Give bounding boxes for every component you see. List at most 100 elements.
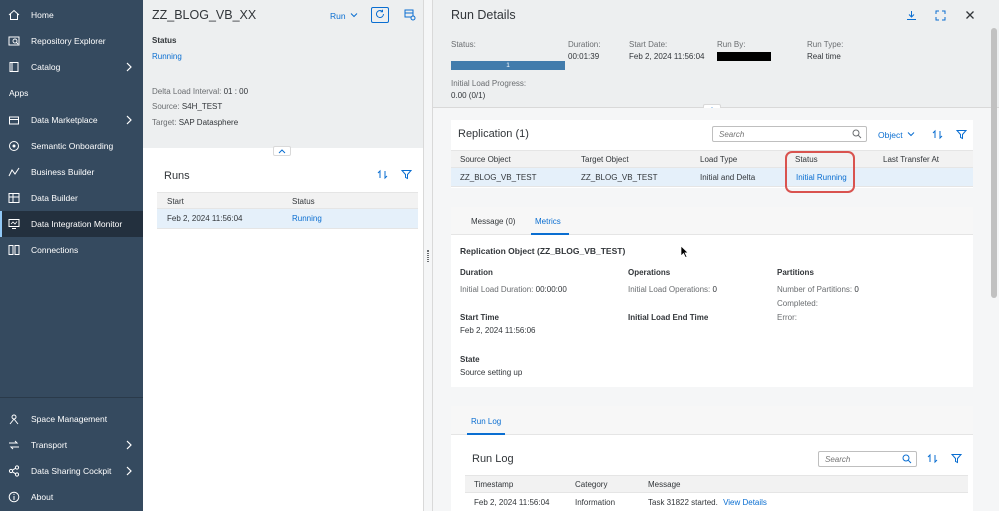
initial-load-duration-value: 00:00:00 <box>535 285 567 294</box>
nav-item-business-builder[interactable]: Business Builder <box>0 159 143 185</box>
nav-item-home[interactable]: Home <box>0 2 143 28</box>
nav-label: Transport <box>31 440 68 450</box>
replication-sort-button[interactable] <box>930 128 945 142</box>
column-timestamp[interactable]: Timestamp <box>474 480 513 489</box>
run-by-label: Run By: <box>717 40 746 49</box>
splitter-grip-icon <box>427 250 429 262</box>
column-message[interactable]: Message <box>648 480 680 489</box>
replication-search-field[interactable] <box>713 129 851 139</box>
status-label: Status: <box>451 40 476 49</box>
fullscreen-button[interactable] <box>933 9 947 23</box>
replication-filter-button[interactable] <box>954 128 969 142</box>
source-value: S4H_TEST <box>181 102 223 111</box>
scrollbar[interactable] <box>991 28 997 298</box>
run-log-search-field[interactable] <box>819 454 902 464</box>
nav-item-transport[interactable]: Transport <box>0 432 143 458</box>
side-navigation: Home Repository Explorer Catalog Apps Da… <box>0 0 143 511</box>
nav-item-connections[interactable]: Connections <box>0 237 143 263</box>
nav-item-about[interactable]: About <box>0 484 143 510</box>
table-row[interactable]: Feb 2, 2024 11:56:04 Running <box>157 209 418 229</box>
target-value: SAP Datasphere <box>178 118 239 127</box>
nav-divider <box>0 397 143 398</box>
refresh-icon <box>375 9 385 21</box>
progress-value: 1 <box>506 62 510 69</box>
replication-search-input[interactable] <box>712 126 867 142</box>
replication-title: Replication (1) <box>458 128 529 140</box>
catalog-icon <box>7 60 21 74</box>
download-button[interactable] <box>904 9 918 23</box>
status-value[interactable]: Running <box>152 52 182 61</box>
nav-item-data-builder[interactable]: Data Builder <box>0 185 143 211</box>
transport-icon <box>7 438 21 452</box>
nav-item-semantic-onboarding[interactable]: Semantic Onboarding <box>0 133 143 159</box>
runs-sort-button[interactable] <box>374 168 390 182</box>
table-row[interactable]: Feb 2, 2024 11:56:04 Information Task 31… <box>465 494 968 511</box>
status-highlight <box>785 151 855 193</box>
run-details-title: Run Details <box>451 8 516 22</box>
initial-load-operations: Initial Load Operations: 0 <box>628 285 717 294</box>
sort-icon <box>377 169 388 182</box>
sort-icon <box>932 129 943 142</box>
nav-item-data-marketplace[interactable]: Data Marketplace <box>0 107 143 133</box>
runs-filter-button[interactable] <box>398 168 414 182</box>
nav-item-repository-explorer[interactable]: Repository Explorer <box>0 28 143 54</box>
duration-value: 00:01:39 <box>568 52 600 61</box>
refresh-button[interactable] <box>371 7 389 23</box>
chevron-right-icon <box>123 465 135 477</box>
repository-icon <box>7 34 21 48</box>
collapse-header-button[interactable] <box>273 146 291 156</box>
column-load-type[interactable]: Load Type <box>700 155 737 164</box>
tab-metrics[interactable]: Metrics <box>535 217 561 226</box>
active-tab-indicator <box>467 433 505 435</box>
nav-label: Data Integration Monitor <box>31 219 123 229</box>
nav-item-catalog[interactable]: Catalog <box>0 54 143 80</box>
table-row[interactable]: ZZ_BLOG_VB_TEST ZZ_BLOG_VB_TEST Initial … <box>451 168 973 187</box>
log-timestamp: Feb 2, 2024 11:56:04 <box>474 498 550 507</box>
run-status[interactable]: Running <box>292 214 322 223</box>
nav-label: Home <box>31 10 54 20</box>
tab-message[interactable]: Message (0) <box>471 217 515 226</box>
run-details-header: Run Details Status: 1 Duration: 00:01:39… <box>433 0 999 108</box>
nav-item-data-integration-monitor[interactable]: Data Integration Monitor <box>0 211 143 237</box>
initial-load-duration: Initial Load Duration: 00:00:00 <box>460 285 567 294</box>
panel-splitter[interactable] <box>423 0 433 511</box>
run-log-search-input[interactable] <box>818 451 917 467</box>
tab-run-log[interactable]: Run Log <box>471 417 501 426</box>
runs-table-header: Start Status <box>157 192 418 209</box>
log-message-cell: Task 31822 started. View Details <box>648 498 767 507</box>
run-log-sort-button[interactable] <box>925 452 940 466</box>
view-details-link[interactable]: View Details <box>723 498 767 507</box>
number-of-partitions-label: Number of Partitions: <box>777 285 853 294</box>
run-log-table-header: Timestamp Category Message <box>465 475 968 493</box>
object-dropdown[interactable]: Object <box>878 130 915 140</box>
initial-load-operations-value: 0 <box>712 285 717 294</box>
nav-item-space-management[interactable]: Space Management <box>0 406 143 432</box>
nav-item-data-sharing-cockpit[interactable]: Data Sharing Cockpit <box>0 458 143 484</box>
nav-label: Data Sharing Cockpit <box>31 466 112 476</box>
close-button[interactable] <box>963 9 977 23</box>
chevron-up-icon <box>278 146 286 156</box>
progress-bar: 1 <box>451 61 565 70</box>
column-target-object[interactable]: Target Object <box>581 155 629 164</box>
initial-load-operations-label: Initial Load Operations: <box>628 285 711 294</box>
filter-icon <box>955 129 968 142</box>
sort-icon <box>927 453 938 466</box>
run-menu-button[interactable]: Run <box>330 11 358 21</box>
delta-label: Delta Load Interval: <box>152 87 222 96</box>
source-label: Source: <box>152 102 180 111</box>
column-last-transfer[interactable]: Last Transfer At <box>883 155 939 164</box>
column-source-object[interactable]: Source Object <box>460 155 511 164</box>
run-log-filter-button[interactable] <box>949 452 964 466</box>
state-heading: State <box>460 355 480 364</box>
table-settings-icon <box>404 9 416 23</box>
completed-label: Completed: <box>777 299 818 308</box>
column-category[interactable]: Category <box>575 480 607 489</box>
column-start[interactable]: Start <box>167 197 184 206</box>
redacted-user <box>717 52 771 61</box>
data-builder-icon <box>7 191 21 205</box>
partitions-heading: Partitions <box>777 268 814 277</box>
settings-button[interactable] <box>402 8 418 24</box>
start-time-heading: Start Time <box>460 313 499 322</box>
status-label: Status <box>152 36 177 45</box>
column-status[interactable]: Status <box>292 197 315 206</box>
